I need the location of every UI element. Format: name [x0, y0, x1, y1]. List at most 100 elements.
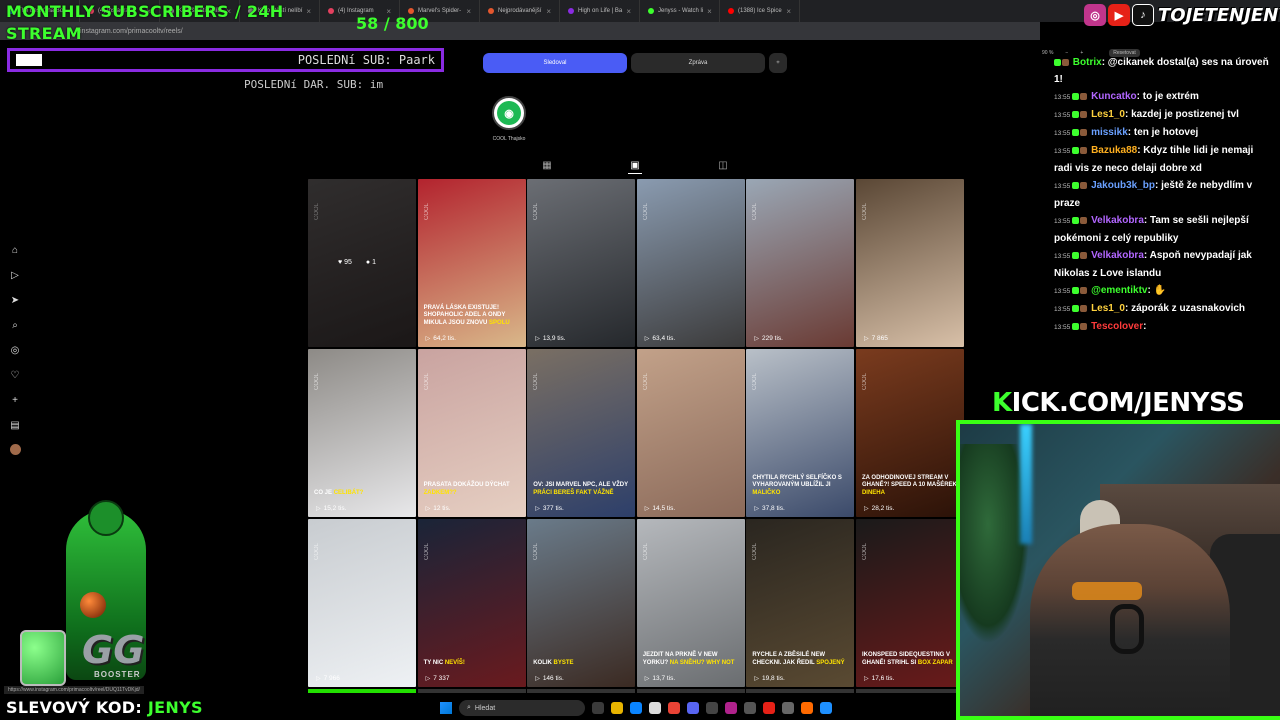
- reel-thumbnail[interactable]: COOL IKONSPEED SIDEQUESTING V GHANĚ! STRI…: [855, 519, 964, 687]
- chat-badge-icon: [1080, 146, 1088, 154]
- chat-username[interactable]: Botrix: [1073, 57, 1102, 68]
- browser-tab[interactable]: High on Life | Ba ×: [560, 0, 640, 22]
- reel-thumbnail[interactable]: COOL OV: JSI MARVEL NPC, ALE VŽDY PRÁCI B…: [527, 349, 636, 517]
- task-view-icon[interactable]: [592, 702, 604, 714]
- reel-thumbnail[interactable]: COOL ▷ 229 tis.: [746, 179, 855, 347]
- edge-icon[interactable]: [630, 702, 642, 714]
- chat-badge-icon: [1080, 304, 1088, 312]
- chat-message: 13:55 Bazuka88: Kdyz tihle lidi je nemaj…: [1054, 142, 1272, 177]
- chat-badge-icon: [1080, 251, 1088, 259]
- reel-thumbnail[interactable]: COOL KOLIK BYSTE ▷ 146 tis.: [527, 519, 636, 687]
- search-icon[interactable]: ⌕: [8, 319, 22, 332]
- notifications-icon[interactable]: ♡: [8, 369, 22, 382]
- chat-username[interactable]: Jakoub3k_bp: [1091, 180, 1155, 191]
- reel-brand-mark: COOL: [533, 543, 540, 561]
- chat-text: : kazdej je postizenej tvl: [1124, 109, 1239, 120]
- tab-label: (1388) Ice Spice: [738, 8, 782, 14]
- address-bar[interactable]: instagram.com/primacooltv/reels/: [0, 22, 1040, 40]
- chat-username[interactable]: Bazuka88: [1091, 145, 1137, 156]
- reel-thumbnail[interactable]: COOL RYCHLE A ZBĚSILÉ NEW CHECKNI. JAK ŘE…: [746, 519, 855, 687]
- file-explorer-icon[interactable]: [611, 702, 623, 714]
- reel-thumbnail[interactable]: COOL ♥ 95 ● 1: [308, 179, 416, 347]
- reel-views: ▷ 13,7 tis.: [644, 675, 676, 682]
- messages-icon[interactable]: ➤: [8, 294, 22, 307]
- reel-thumbnail[interactable]: COOL ▷ 63,4 tis.: [636, 179, 745, 347]
- progress-indicator: [16, 54, 42, 66]
- reel-thumbnail[interactable]: COOL CO JE CELIBÁT? ▷ 15,2 tis.: [308, 349, 416, 517]
- app-icon[interactable]: [782, 702, 794, 714]
- reel-caption: KOLIK BYSTE: [533, 659, 574, 666]
- chat-username[interactable]: Les1_0: [1091, 109, 1125, 120]
- app-icon[interactable]: [763, 702, 775, 714]
- reel-brand-mark: COOL: [861, 203, 868, 221]
- discord-icon[interactable]: [687, 702, 699, 714]
- browser-tab[interactable]: Jenyss - Watch li ×: [640, 0, 720, 22]
- reel-thumbnail[interactable]: COOL ZA ODHODINOVEJ STREAM V GHANĚ?! SPEE…: [855, 349, 964, 517]
- dashboard-icon[interactable]: ▤: [8, 419, 22, 432]
- play-icon: ▷: [863, 336, 869, 342]
- close-icon[interactable]: ×: [626, 7, 631, 16]
- close-icon[interactable]: ×: [466, 7, 471, 16]
- kick-banner: KICK.COM/JENYSS: [992, 388, 1245, 418]
- reel-thumbnail[interactable]: COOL PRAVÁ LÁSKA EXISTUJE! SHOPAHOLIC ADE…: [417, 179, 526, 347]
- close-icon[interactable]: ×: [707, 7, 712, 16]
- reel-brand-mark: COOL: [314, 543, 320, 561]
- reel-thumbnail[interactable]: COOL ▷ 7 865: [855, 179, 964, 347]
- reel-thumbnail[interactable]: COOL ▷ 13,9 tis.: [527, 179, 636, 347]
- chat-timestamp: 13:55: [1054, 306, 1071, 313]
- app-icon[interactable]: [820, 702, 832, 714]
- reel-thumbnail[interactable]: COOL ▷ 7 966: [308, 519, 416, 687]
- chat-username[interactable]: Velkakobra: [1091, 215, 1144, 226]
- chat-username[interactable]: missikk: [1091, 127, 1128, 138]
- taskbar-search[interactable]: ⌕ Hledat: [459, 700, 585, 716]
- reel-thumbnail[interactable]: COOL ▷ 14,5 tis.: [636, 349, 745, 517]
- app-icon[interactable]: [801, 702, 813, 714]
- instagram-icon: ◎: [1084, 4, 1106, 26]
- chat-username[interactable]: Velkakobra: [1091, 250, 1144, 261]
- chat-badge-icon: [1054, 58, 1061, 66]
- home-icon[interactable]: ⌂: [8, 244, 22, 257]
- windows-start-icon[interactable]: [440, 702, 452, 714]
- chat-badge-icon: [1072, 286, 1080, 294]
- tagged-icon[interactable]: ◫: [716, 160, 730, 174]
- chat-username[interactable]: @ementiktv: [1091, 285, 1147, 296]
- browser-tab[interactable]: (1388) Ice Spice ×: [720, 0, 800, 22]
- chat-badge-icon: [1072, 110, 1080, 118]
- chat-text: : to je extrém: [1136, 91, 1199, 102]
- chat-username[interactable]: Tescolover: [1091, 321, 1143, 332]
- play-icon: ▷: [754, 336, 759, 342]
- store-icon[interactable]: [649, 702, 661, 714]
- close-icon[interactable]: ×: [546, 7, 551, 16]
- create-icon[interactable]: +: [8, 394, 22, 407]
- story-highlight[interactable]: ◉: [492, 96, 526, 130]
- chat-badge-icon: [1072, 92, 1080, 100]
- close-icon[interactable]: ×: [786, 7, 791, 16]
- chat-badge-icon: [1072, 304, 1080, 312]
- tab-favicon-icon: [568, 8, 574, 14]
- app-icon[interactable]: [744, 702, 756, 714]
- chat-username[interactable]: Kuncatko: [1091, 91, 1137, 102]
- browser-tab[interactable]: Nejprodávanější ×: [480, 0, 560, 22]
- reel-thumbnail[interactable]: COOL CHYTILA RYCHLÝ SELFÍČKO S VYHAROVANÝ…: [746, 349, 855, 517]
- reel-thumbnail[interactable]: COOL JEZDIT NA PRKNĚ V NEW YORKU? NA SNĚH…: [636, 519, 745, 687]
- reel-views: ▷ 28,2 tis.: [863, 505, 895, 512]
- tab-label: High on Life | Ba: [578, 8, 623, 14]
- explore-icon[interactable]: ◎: [8, 344, 22, 357]
- profile-avatar[interactable]: [10, 444, 21, 455]
- reel-brand-mark: COOL: [423, 543, 430, 561]
- chrome-icon[interactable]: [668, 702, 680, 714]
- add-person-button[interactable]: ⁺: [769, 53, 787, 73]
- message-button[interactable]: Zpráva: [631, 53, 765, 73]
- reel-brand-mark: COOL: [533, 373, 540, 391]
- reels-icon[interactable]: ▣: [628, 160, 642, 174]
- reels-nav-icon[interactable]: ▷: [8, 269, 22, 282]
- reel-thumbnail[interactable]: COOL PRASATA DOKÁŽOU DÝCHAT ZADKEM?? ▷ 12 t…: [417, 349, 526, 517]
- reel-thumbnail[interactable]: COOL TY NIC NEVÍŠ! ▷ 7 337: [417, 519, 526, 687]
- app-icon[interactable]: [706, 702, 718, 714]
- comments-count: ● 1: [365, 259, 376, 266]
- close-icon[interactable]: ×: [306, 7, 311, 16]
- posts-grid-icon[interactable]: ▦: [540, 160, 554, 174]
- follow-button[interactable]: Sledoval: [483, 53, 627, 73]
- chat-username[interactable]: Les1_0: [1091, 303, 1125, 314]
- obs-icon[interactable]: [725, 702, 737, 714]
